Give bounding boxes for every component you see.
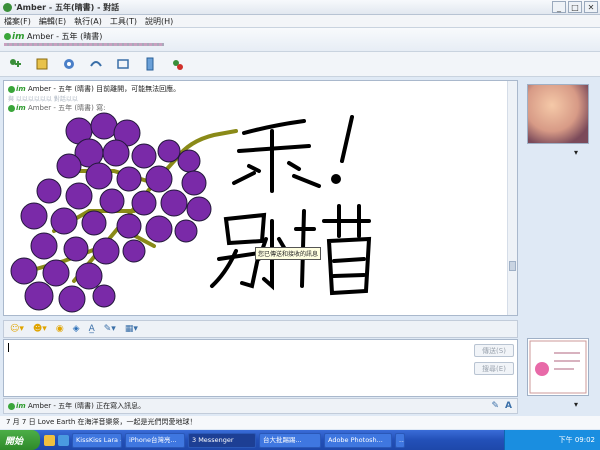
message-input[interactable]: 傳送(S) 搜尋(E)	[3, 339, 518, 397]
minimize-button[interactable]: _	[552, 1, 566, 13]
contact-header[interactable]: im Amber - 五年 (晴書)	[4, 31, 102, 42]
scrollbar-thumb[interactable]	[509, 261, 516, 271]
games-icon[interactable]	[142, 56, 158, 72]
task-button[interactable]: 台大批踢踢...	[259, 432, 321, 448]
wink-icon[interactable]: ☻▾	[33, 324, 47, 334]
away-notice-text: 目前離開，可能無法回應。	[93, 85, 181, 93]
tooltip: 您已傳送和接收的訊息	[255, 247, 322, 260]
text-tab-icon[interactable]: A	[505, 399, 512, 414]
emoticon-icon[interactable]: ☺▾	[10, 324, 24, 334]
im-logo: im	[12, 32, 25, 42]
handwriting-tab-icon[interactable]: ✎	[491, 399, 499, 414]
typing-name: Amber - 五年 (晴書)	[27, 402, 94, 410]
typing-status: im Amber - 五年 (晴書) 正在寫入訊息。 ✎ A	[3, 398, 518, 414]
partial-line: 與 以以以以以以 對話以以	[8, 96, 78, 103]
voice-clip-icon[interactable]: ◉	[56, 324, 64, 334]
conversation-scrollbar[interactable]	[507, 81, 517, 315]
menu-bar: 檔案(F) 編輯(E) 執行(A) 工具(T) 說明(H)	[0, 15, 600, 28]
away-notice-name: Amber - 五年 (晴書)	[27, 85, 94, 93]
font-icon[interactable]: A̲	[89, 324, 95, 334]
toolbar	[0, 52, 600, 77]
block-icon[interactable]	[169, 56, 185, 72]
video-icon[interactable]	[61, 56, 77, 72]
conversation-pane[interactable]: im Amber - 五年 (晴書) 目前離開，可能無法回應。 與 以以以以以以…	[3, 80, 518, 316]
maximize-button[interactable]: □	[568, 1, 582, 13]
task-button[interactable]: ...	[395, 432, 405, 448]
chevron-down-icon[interactable]: ▾	[574, 148, 578, 157]
task-button[interactable]: KissKiss Lara - [	[72, 432, 122, 448]
menu-tools[interactable]: 工具(T)	[110, 15, 137, 27]
status-icon	[8, 85, 15, 93]
system-tray: 下午 09:02	[504, 430, 600, 450]
menu-file[interactable]: 檔案(F)	[4, 15, 31, 27]
contact-bar: im Amber - 五年 (晴書)	[0, 28, 600, 52]
personal-message-line	[4, 43, 164, 46]
task-button[interactable]: iPhone台灣亮...	[125, 432, 185, 448]
ink-text-guai	[232, 115, 354, 193]
task-button-messenger[interactable]: 3 Messenger	[188, 432, 256, 448]
status-line: 7 月 7 日 Love Earth 在海洋音樂祭，一起是光們閃愛地球！	[0, 416, 600, 429]
away-notice: im Amber - 五年 (晴書) 目前離開，可能無法回應。	[8, 84, 180, 94]
ink-pen-icon[interactable]: ✎▾	[104, 324, 116, 334]
status-icon	[4, 33, 11, 40]
clock[interactable]: 下午 09:02	[559, 436, 595, 444]
typing-text: 正在寫入訊息。	[93, 402, 146, 410]
search-button[interactable]: 搜尋(E)	[474, 362, 514, 375]
format-toolbar: ☺▾ ☻▾ ◉ ◈ A̲ ✎▾ ▦▾	[3, 320, 518, 338]
ink-drawing	[10, 112, 372, 313]
menu-help[interactable]: 說明(H)	[145, 15, 173, 27]
text-cursor	[8, 343, 9, 352]
contact-avatar[interactable]	[527, 84, 589, 144]
menu-actions[interactable]: 執行(A)	[74, 15, 102, 27]
messenger-app-icon	[3, 3, 12, 12]
invite-icon[interactable]	[7, 56, 23, 72]
start-button[interactable]: 開始	[0, 430, 40, 450]
quicklaunch-icon[interactable]	[44, 434, 55, 446]
grape-bunch	[10, 112, 212, 313]
call-icon[interactable]	[88, 56, 104, 72]
task-button[interactable]: Adobe Photosh...	[324, 432, 392, 448]
send-file-icon[interactable]	[34, 56, 50, 72]
title-bar: 'Amber - 五年(晴書) - 對話 _ □ ✕	[0, 0, 600, 15]
nudge-icon[interactable]: ◈	[73, 324, 80, 334]
status-icon	[8, 402, 15, 410]
quicklaunch-icon[interactable]	[58, 434, 69, 446]
window-controls: _ □ ✕	[552, 1, 598, 13]
close-button[interactable]: ✕	[584, 1, 598, 13]
activities-icon[interactable]	[115, 56, 131, 72]
chevron-down-icon[interactable]: ▾	[574, 400, 578, 409]
contact-name: Amber - 五年 (晴書)	[27, 32, 103, 41]
menu-edit[interactable]: 編輯(E)	[39, 15, 66, 27]
background-icon[interactable]: ▦▾	[125, 324, 138, 334]
side-panel: ▾ ▾	[520, 80, 600, 424]
taskbar: 開始 KissKiss Lara - [ iPhone台灣亮... 3 Mess…	[0, 430, 600, 450]
send-button[interactable]: 傳送(S)	[474, 344, 514, 357]
my-avatar[interactable]	[527, 338, 589, 396]
window-title: 'Amber - 五年(晴書) - 對話	[14, 3, 120, 12]
